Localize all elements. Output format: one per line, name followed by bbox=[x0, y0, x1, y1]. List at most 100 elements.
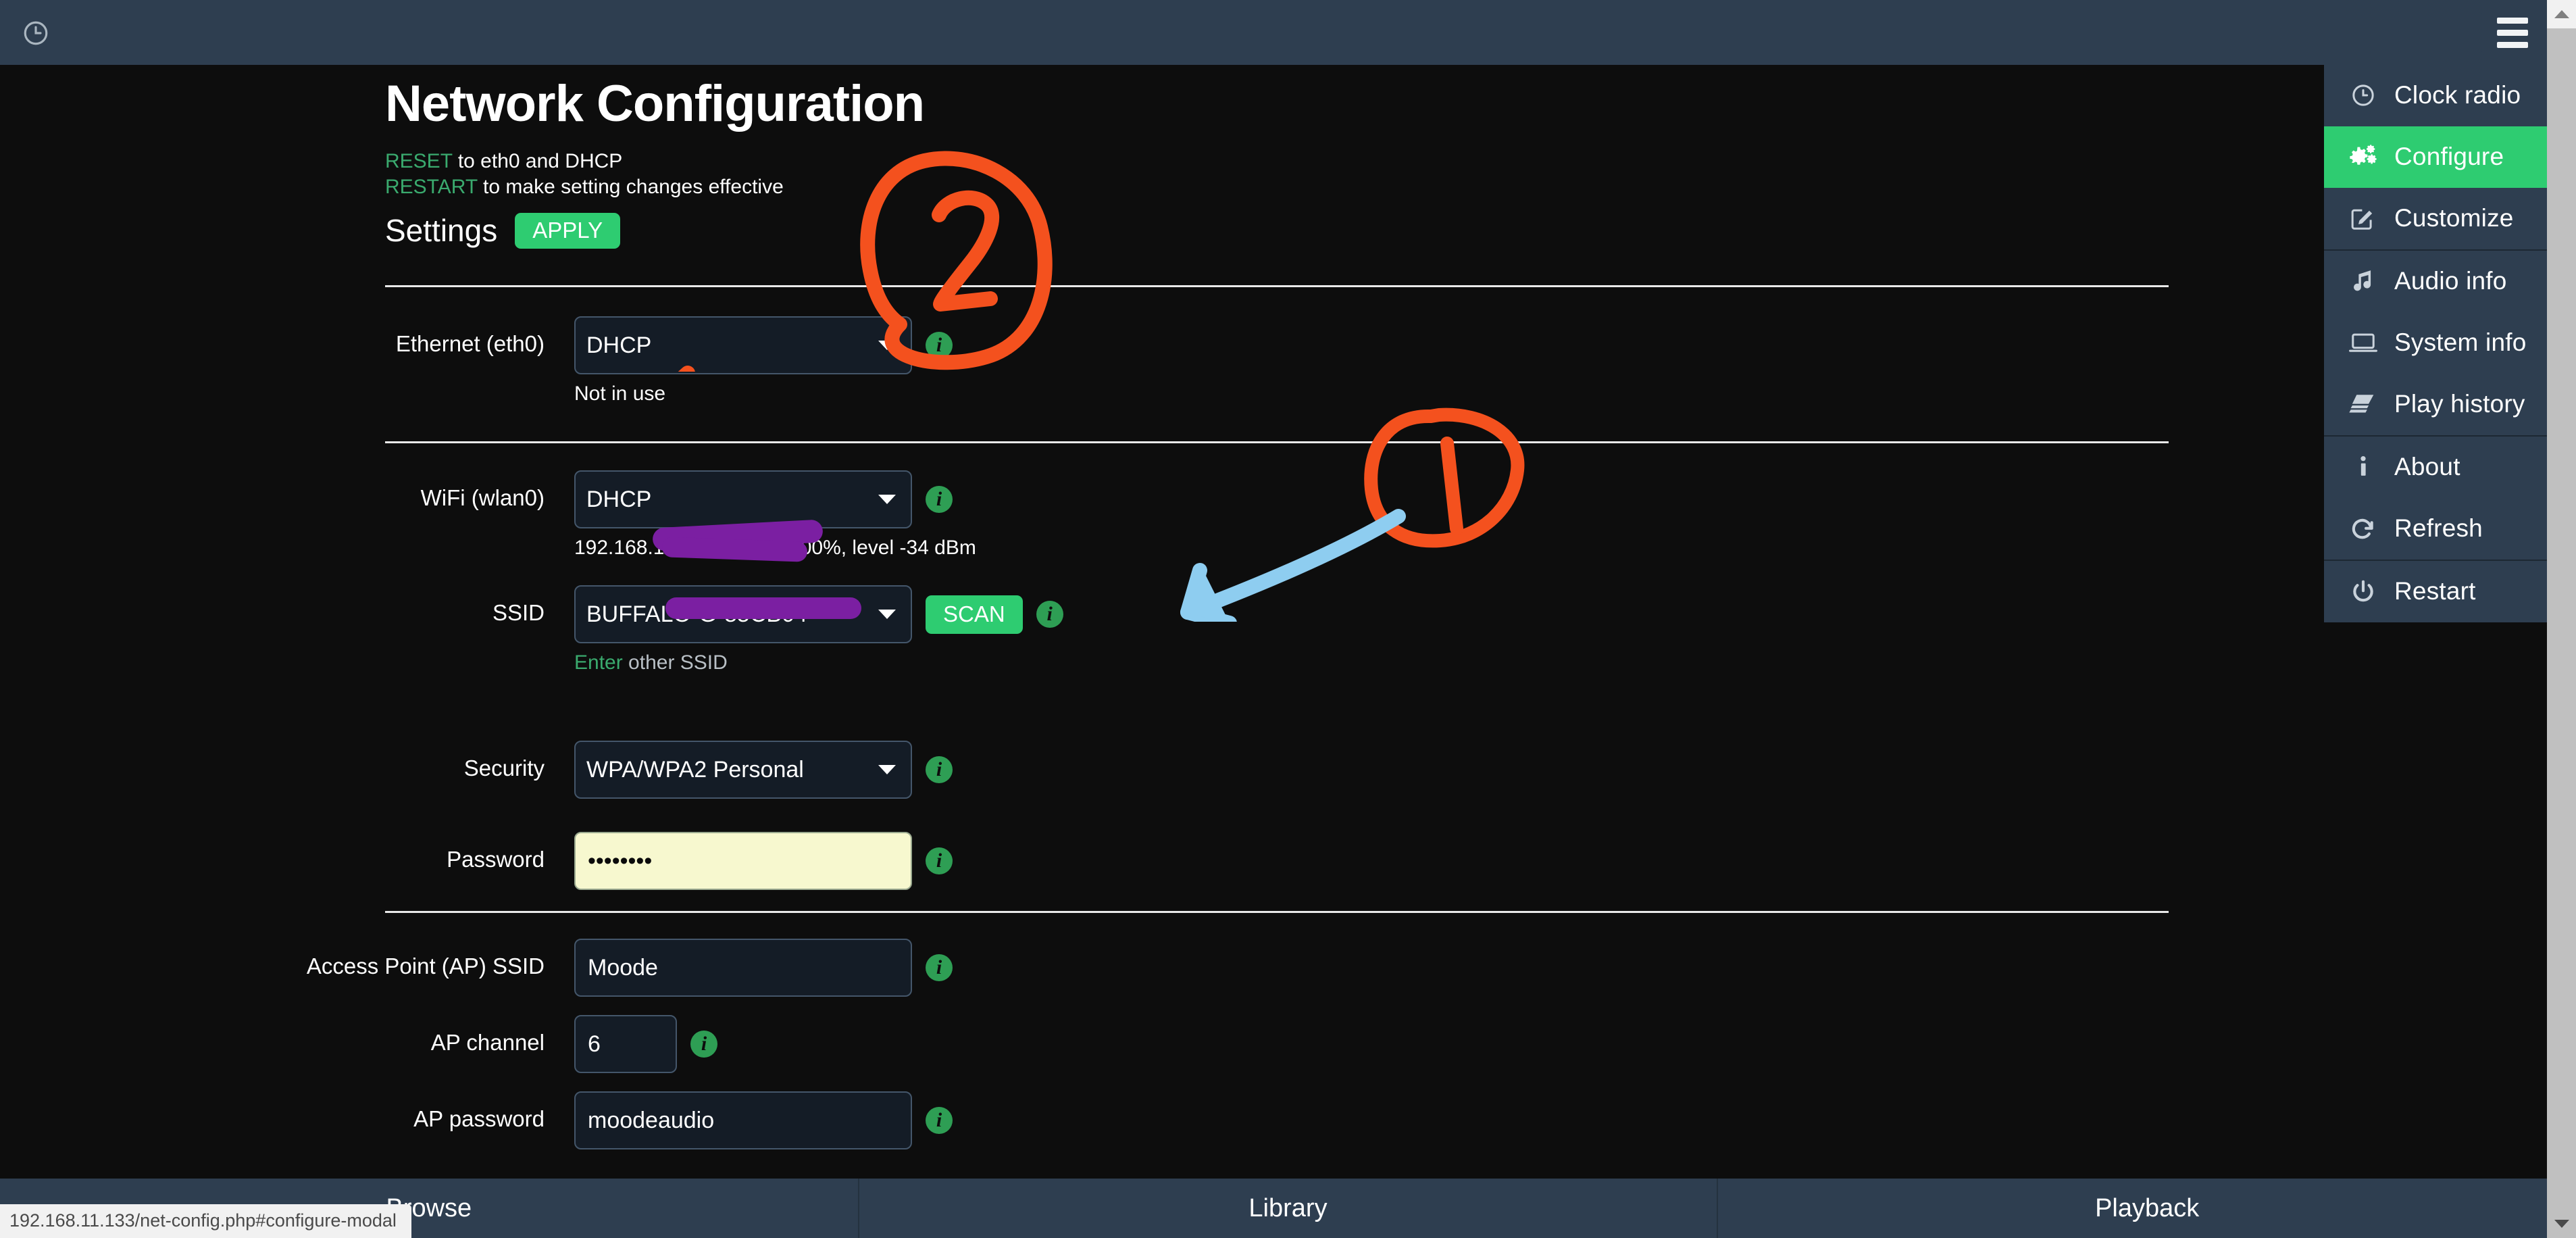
reset-rest: to eth0 and DHCP bbox=[452, 150, 623, 172]
menu-item-configure[interactable]: Configure bbox=[2324, 126, 2576, 188]
chevron-down-icon bbox=[878, 765, 896, 774]
redaction-ssid bbox=[665, 597, 861, 619]
scroll-down-button[interactable] bbox=[2547, 1210, 2576, 1238]
page-title: Network Configuration bbox=[385, 75, 925, 132]
top-bar bbox=[0, 0, 2576, 65]
info-icon[interactable]: i bbox=[926, 756, 953, 783]
ethernet-select-value: DHCP bbox=[586, 332, 652, 358]
gears-icon bbox=[2339, 143, 2388, 170]
chevron-down-icon bbox=[878, 495, 896, 504]
divider-settings bbox=[385, 285, 2169, 287]
ssid-helper: Enter other SSID bbox=[574, 651, 1063, 674]
row-ethernet: Ethernet (eth0) DHCP i Not in use bbox=[0, 316, 953, 405]
main-menu: Clock radio Configure Customize Audio in… bbox=[2324, 65, 2576, 622]
info-icon[interactable]: i bbox=[926, 1107, 953, 1134]
ap-ssid-label: Access Point (AP) SSID bbox=[306, 954, 545, 979]
clock-icon bbox=[2339, 82, 2388, 109]
reset-keyword: RESET bbox=[385, 150, 453, 172]
row-wifi: WiFi (wlan0) DHCP i 192.168.11.133, qual… bbox=[0, 470, 976, 560]
security-control: WPA/WPA2 Personal i bbox=[574, 741, 953, 799]
ethernet-status: Not in use bbox=[574, 382, 666, 405]
nav-tab-library[interactable]: Library bbox=[857, 1179, 1717, 1238]
row-ap-ssid: Access Point (AP) SSID i bbox=[0, 939, 953, 997]
clock-icon[interactable] bbox=[22, 19, 50, 47]
nav-tab-playback[interactable]: Playback bbox=[1717, 1179, 2576, 1238]
music-note-icon bbox=[2339, 268, 2388, 294]
info-icon bbox=[2339, 454, 2388, 480]
password-input[interactable] bbox=[574, 832, 912, 890]
info-icon[interactable]: i bbox=[926, 954, 953, 981]
menu-item-label: Restart bbox=[2394, 577, 2476, 605]
menu-item-audio-info[interactable]: Audio info bbox=[2324, 251, 2576, 312]
restart-keyword: RESTART bbox=[385, 176, 478, 198]
pencil-square-icon bbox=[2339, 205, 2388, 231]
ap-channel-control: i bbox=[574, 1015, 717, 1073]
hint-line-reset: RESET to eth0 and DHCP bbox=[385, 149, 784, 174]
hint-line-restart: RESTART to make setting changes effectiv… bbox=[385, 174, 784, 200]
menu-item-label: System info bbox=[2394, 328, 2527, 356]
info-icon[interactable]: i bbox=[926, 486, 953, 513]
ap-channel-input[interactable] bbox=[574, 1015, 677, 1073]
menu-item-clock-radio[interactable]: Clock radio bbox=[2324, 65, 2576, 126]
info-icon[interactable]: i bbox=[926, 332, 953, 359]
menu-item-label: Customize bbox=[2394, 204, 2514, 232]
hamburger-icon[interactable] bbox=[2481, 9, 2544, 55]
info-icon[interactable]: i bbox=[690, 1031, 717, 1058]
divider-wifi bbox=[385, 911, 2169, 913]
menu-item-label: Play history bbox=[2394, 390, 2525, 418]
ap-ssid-control: i bbox=[574, 939, 953, 997]
ap-ssid-input[interactable] bbox=[574, 939, 912, 997]
menu-item-about[interactable]: About bbox=[2324, 437, 2576, 498]
password-control: i bbox=[574, 832, 953, 890]
menu-item-label: Audio info bbox=[2394, 267, 2507, 295]
password-label: Password bbox=[447, 847, 545, 872]
menu-item-label: Refresh bbox=[2394, 514, 2483, 542]
info-icon[interactable]: i bbox=[1036, 601, 1063, 628]
restart-rest: to make setting changes effective bbox=[477, 176, 784, 198]
ap-password-control: i bbox=[574, 1091, 953, 1149]
row-ap-password: AP password i bbox=[0, 1091, 953, 1149]
menu-item-refresh[interactable]: Refresh bbox=[2324, 498, 2576, 560]
app-window: Clock radio Configure Customize Audio in… bbox=[0, 0, 2576, 1238]
menu-item-label: About bbox=[2394, 453, 2460, 480]
wifi-select-value: DHCP bbox=[586, 486, 652, 512]
laptop-icon bbox=[2339, 330, 2388, 355]
ap-password-input[interactable] bbox=[574, 1091, 912, 1149]
row-password: Password i bbox=[0, 832, 953, 890]
ap-channel-label: AP channel bbox=[430, 1030, 545, 1055]
ethernet-label: Ethernet (eth0) bbox=[395, 331, 545, 356]
refresh-icon bbox=[2339, 516, 2388, 541]
settings-header: Settings APPLY bbox=[385, 212, 621, 249]
ssid-label: SSID bbox=[492, 600, 545, 625]
ap-password-label: AP password bbox=[413, 1106, 545, 1131]
status-url: 192.168.11.133/net-config.php#configure-… bbox=[0, 1204, 411, 1238]
page-scrollbar[interactable] bbox=[2547, 0, 2576, 1238]
security-select-value: WPA/WPA2 Personal bbox=[586, 756, 804, 783]
menu-item-customize[interactable]: Customize bbox=[2324, 188, 2576, 249]
menu-item-play-history[interactable]: Play history bbox=[2324, 374, 2576, 435]
ethernet-select[interactable]: DHCP bbox=[574, 316, 912, 374]
ethernet-control: DHCP i Not in use bbox=[574, 316, 953, 405]
hint-text: RESET to eth0 and DHCP RESTART to make s… bbox=[385, 149, 784, 200]
menu-item-label: Clock radio bbox=[2394, 81, 2521, 109]
row-security: Security WPA/WPA2 Personal i bbox=[0, 741, 953, 799]
security-select[interactable]: WPA/WPA2 Personal bbox=[574, 741, 912, 799]
enter-other-ssid-rest: other SSID bbox=[622, 651, 728, 674]
scroll-up-button[interactable] bbox=[2547, 0, 2576, 28]
menu-item-restart[interactable]: Restart bbox=[2324, 561, 2576, 622]
chevron-down-icon bbox=[878, 341, 896, 350]
menu-item-system-info[interactable]: System info bbox=[2324, 312, 2576, 374]
security-label: Security bbox=[463, 756, 545, 781]
wifi-select[interactable]: DHCP bbox=[574, 470, 912, 528]
chevron-down-icon bbox=[878, 610, 896, 619]
apply-button[interactable]: APPLY bbox=[515, 212, 621, 249]
row-ap-channel: AP channel i bbox=[0, 1015, 717, 1073]
power-icon bbox=[2339, 578, 2388, 604]
wifi-label: WiFi (wlan0) bbox=[420, 485, 545, 510]
info-icon[interactable]: i bbox=[926, 847, 953, 874]
scan-button[interactable]: SCAN bbox=[926, 595, 1023, 634]
row-ssid: SSID BUFFALO-G-85CB04 SCAN i Enter other… bbox=[0, 585, 1063, 674]
settings-label: Settings bbox=[385, 213, 498, 248]
menu-item-label: Configure bbox=[2394, 143, 2504, 170]
enter-other-ssid-link[interactable]: Enter bbox=[574, 651, 623, 674]
